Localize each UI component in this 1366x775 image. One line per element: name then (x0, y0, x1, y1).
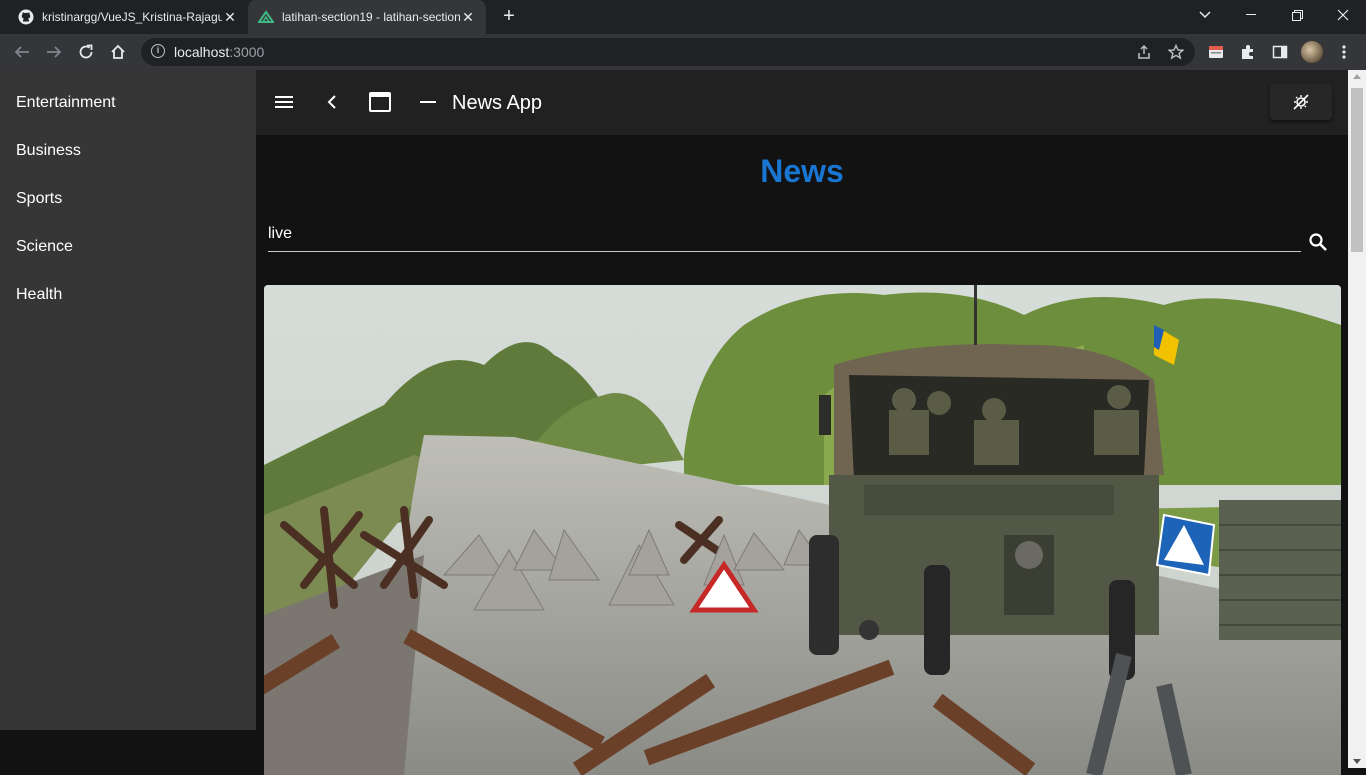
news-photo (264, 285, 1341, 775)
news-card-image[interactable] (264, 285, 1341, 775)
theme-toggle-button[interactable] (1270, 84, 1332, 120)
app-title: News App (452, 92, 543, 114)
close-icon[interactable]: ✕ (460, 9, 476, 26)
hamburger-menu-icon[interactable] (272, 90, 296, 114)
close-window-icon[interactable] (1320, 0, 1366, 30)
drawer-item-business[interactable]: Business (16, 142, 81, 160)
brightness-toggle-icon (1293, 94, 1309, 110)
drawer-item-health[interactable]: Health (16, 286, 62, 304)
restore-icon[interactable] (1274, 0, 1320, 30)
more-menu-icon[interactable] (1334, 42, 1354, 62)
forward-arrow-icon[interactable] (44, 42, 64, 62)
search-input[interactable] (268, 220, 1301, 248)
back-arrow-icon[interactable] (12, 42, 32, 62)
bookmark-star-icon[interactable] (1168, 44, 1184, 60)
minimize-icon[interactable] (1228, 0, 1274, 30)
address-bar[interactable]: i localhost:3000 (141, 38, 1195, 66)
search-icon[interactable] (1306, 230, 1330, 254)
main-content: News (256, 135, 1348, 775)
page-scrollbar[interactable] (1348, 70, 1366, 768)
browser-toolbar: i localhost:3000 (0, 34, 1366, 70)
drawer-item-science[interactable]: Science (16, 238, 73, 256)
home-icon[interactable] (108, 42, 128, 62)
reload-icon[interactable] (76, 42, 96, 62)
browser-tab-strip: kristinargg/VueJS_Kristina-Rajagukguk ✕ … (0, 0, 1366, 34)
tab-title: kristinargg/VueJS_Kristina-Rajagukguk (42, 10, 222, 24)
scrollbar-thumb[interactable] (1351, 88, 1363, 252)
tab-title: latihan-section19 - latihan-section19 (282, 10, 460, 24)
github-icon (18, 9, 34, 25)
drawer-footer-gap (0, 730, 256, 768)
search-field (268, 220, 1301, 252)
drawer-item-sports[interactable]: Sports (16, 190, 62, 208)
vite-icon (258, 9, 274, 25)
navigation-drawer: Entertainment Business Sports Science He… (0, 70, 256, 730)
browser-tab-github[interactable]: kristinargg/VueJS_Kristina-Rajagukguk ✕ (8, 0, 248, 34)
tab-search-chevron-icon[interactable] (1182, 0, 1228, 30)
new-tab-button[interactable]: + (498, 6, 520, 28)
page-heading: News (760, 153, 844, 189)
url-port: :3000 (229, 44, 265, 60)
share-icon[interactable] (1136, 44, 1152, 60)
extensions-puzzle-icon[interactable] (1238, 42, 1258, 62)
scroll-down-arrow-icon[interactable] (1353, 759, 1361, 764)
minus-icon[interactable] (416, 90, 440, 114)
chevron-left-icon[interactable] (320, 90, 344, 114)
window-icon[interactable] (368, 90, 392, 114)
url-host: localhost (174, 44, 230, 60)
extension-vue-devtools-icon[interactable] (1206, 42, 1226, 62)
browser-tab-active[interactable]: latihan-section19 - latihan-section19 ✕ (248, 0, 486, 34)
side-panel-icon[interactable] (1270, 42, 1290, 62)
site-info-icon[interactable]: i (151, 44, 165, 58)
scroll-up-arrow-icon[interactable] (1353, 74, 1361, 79)
url-text: localhost:3000 (174, 44, 264, 60)
close-icon[interactable]: ✕ (222, 9, 238, 26)
drawer-item-entertainment[interactable]: Entertainment (16, 94, 116, 112)
app-bar: News App (256, 70, 1348, 135)
profile-avatar[interactable] (1301, 41, 1323, 63)
